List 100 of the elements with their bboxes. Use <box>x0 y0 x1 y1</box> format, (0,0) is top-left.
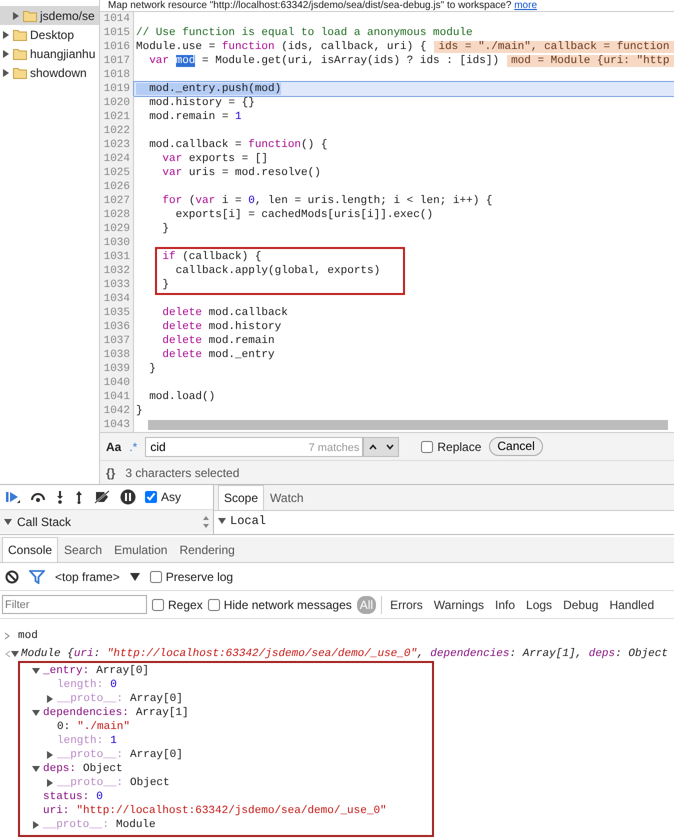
console-command-text: mod <box>18 629 38 643</box>
console-tab[interactable]: Console <box>2 537 58 562</box>
property-value: 0 <box>110 678 117 692</box>
pretty-print-button[interactable]: {} <box>106 464 116 482</box>
line-number: 1031 <box>100 250 134 264</box>
match-count: 7 matches <box>308 440 360 456</box>
expanded-triangle-icon[interactable] <box>32 667 40 675</box>
regex-toggle[interactable]: .* <box>129 438 138 456</box>
step-out-icon[interactable] <box>74 490 84 504</box>
folder-icon <box>13 48 27 60</box>
code-line: mod.remain = 1 <box>148 110 243 124</box>
collapsed-triangle-icon[interactable] <box>32 821 40 829</box>
log-level-filter[interactable]: Logs <box>523 596 556 614</box>
folder-tree-item[interactable]: huangjianhu <box>0 44 99 63</box>
line-number: 1039 <box>100 362 134 376</box>
expanded-triangle-icon[interactable] <box>4 518 12 526</box>
scope-section-header[interactable]: Local <box>230 514 266 528</box>
hide-network-label: Hide network messages <box>224 596 352 614</box>
async-checkbox[interactable] <box>145 491 157 503</box>
expanded-triangle-icon[interactable] <box>32 709 40 717</box>
line-number: 1027 <box>100 194 134 208</box>
resume-icon[interactable] <box>5 490 21 504</box>
code-line: delete mod.history <box>161 320 282 334</box>
expanded-triangle-icon[interactable] <box>32 765 40 773</box>
filter-icon[interactable] <box>29 570 45 584</box>
property-name: length: <box>57 734 104 748</box>
line-number: 1025 <box>100 166 134 180</box>
console-tab[interactable]: Rendering <box>173 537 241 562</box>
log-level-filter[interactable]: Errors <box>387 596 426 614</box>
collapsed-triangle-icon[interactable] <box>46 779 54 787</box>
console-tab[interactable]: Emulation <box>108 537 174 562</box>
folder-tree-item[interactable]: showdown <box>0 63 99 82</box>
code-line: } <box>161 222 170 236</box>
match-case-toggle[interactable]: Aa <box>106 438 122 456</box>
line-number: 1038 <box>100 348 134 362</box>
sidebar-tab[interactable]: Scope <box>218 485 264 510</box>
line-number: 1030 <box>100 236 134 250</box>
chevron-down-icon[interactable] <box>386 444 394 450</box>
line-number: 1020 <box>100 96 134 110</box>
regex-checkbox[interactable] <box>152 598 164 610</box>
property-value: Object <box>130 776 170 790</box>
code-line: } <box>161 278 170 292</box>
line-number: 1026 <box>100 180 134 194</box>
pause-icon[interactable] <box>120 489 136 505</box>
horizontal-scrollbar[interactable] <box>148 420 668 430</box>
step-over-icon[interactable] <box>30 491 46 503</box>
line-number: 1018 <box>100 68 134 82</box>
collapsed-triangle-icon[interactable] <box>2 50 10 58</box>
collapsed-triangle-icon[interactable] <box>46 751 54 759</box>
line-number: 1023 <box>100 138 134 152</box>
expanded-triangle-icon[interactable] <box>11 650 19 658</box>
step-into-icon[interactable] <box>55 490 65 504</box>
code-line: Module.use = function (ids, callback, uri) { ids = "./main", callback = function <box>134 40 674 54</box>
expanded-triangle-icon[interactable] <box>218 517 226 525</box>
line-number: 1024 <box>100 152 134 166</box>
line-number: 1028 <box>100 208 134 222</box>
property-value: 0 <box>96 790 103 804</box>
preserve-log-checkbox[interactable] <box>150 570 162 582</box>
log-level-filter[interactable]: Info <box>492 596 518 614</box>
folder-tree-item[interactable]: Desktop <box>0 25 99 44</box>
line-number: 1042 <box>100 404 134 418</box>
dropdown-arrow-icon[interactable] <box>130 572 140 580</box>
hide-network-checkbox[interactable] <box>208 598 220 610</box>
code-line: delete mod.callback <box>161 306 289 320</box>
collapsed-triangle-icon[interactable] <box>12 12 20 20</box>
collapsed-triangle-icon[interactable] <box>2 30 10 38</box>
code-line: // Use function is equal to load a anonymous module <box>135 26 474 40</box>
scroll-arrows-icon <box>202 514 210 530</box>
property-value: Array[1] <box>136 706 189 720</box>
code-line: if (callback) { <box>161 250 262 264</box>
property-name: __proto__: <box>57 692 124 706</box>
frame-selector[interactable]: <top frame> <box>55 568 120 586</box>
code-line: exports[i] = cachedMods[uris[i]].exec() <box>174 208 434 222</box>
line-number: 1032 <box>100 264 134 278</box>
replace-checkbox[interactable] <box>421 440 434 452</box>
clear-console-icon[interactable] <box>5 570 19 584</box>
folder-icon <box>13 28 27 40</box>
deactivate-breakpoints-icon[interactable] <box>93 490 111 504</box>
log-level-filter[interactable]: Warnings <box>430 596 488 614</box>
filter-field[interactable]: Filter <box>2 595 147 614</box>
log-level-filter[interactable]: Debug <box>560 596 602 614</box>
line-number: 1033 <box>100 278 134 292</box>
line-number: 1017 <box>100 54 134 68</box>
folder-icon <box>23 10 37 22</box>
code-line: for (var i = 0, len = uris.length; i < len; i++) { <box>161 194 494 208</box>
code-line: delete mod._entry <box>161 348 276 362</box>
more-link[interactable]: more <box>514 0 538 11</box>
property-name: _entry: <box>43 664 90 678</box>
property-name: 0: <box>57 720 70 734</box>
console-tab[interactable]: Search <box>58 537 108 562</box>
sidebar-tab[interactable]: Watch <box>264 485 310 510</box>
property-value: "http://localhost:63342/jsdemo/sea/demo/_use_0" <box>76 804 387 818</box>
line-number: 1043 <box>100 418 134 432</box>
folder-tree-item[interactable]: jsdemo/se <box>0 6 99 25</box>
log-level-filter[interactable]: Handled <box>606 596 658 614</box>
async-label: Asy <box>161 489 182 506</box>
cancel-button[interactable]: Cancel <box>489 437 543 456</box>
collapsed-triangle-icon[interactable] <box>46 695 54 703</box>
collapsed-triangle-icon[interactable] <box>2 68 10 76</box>
chevron-up-icon[interactable] <box>368 444 377 450</box>
